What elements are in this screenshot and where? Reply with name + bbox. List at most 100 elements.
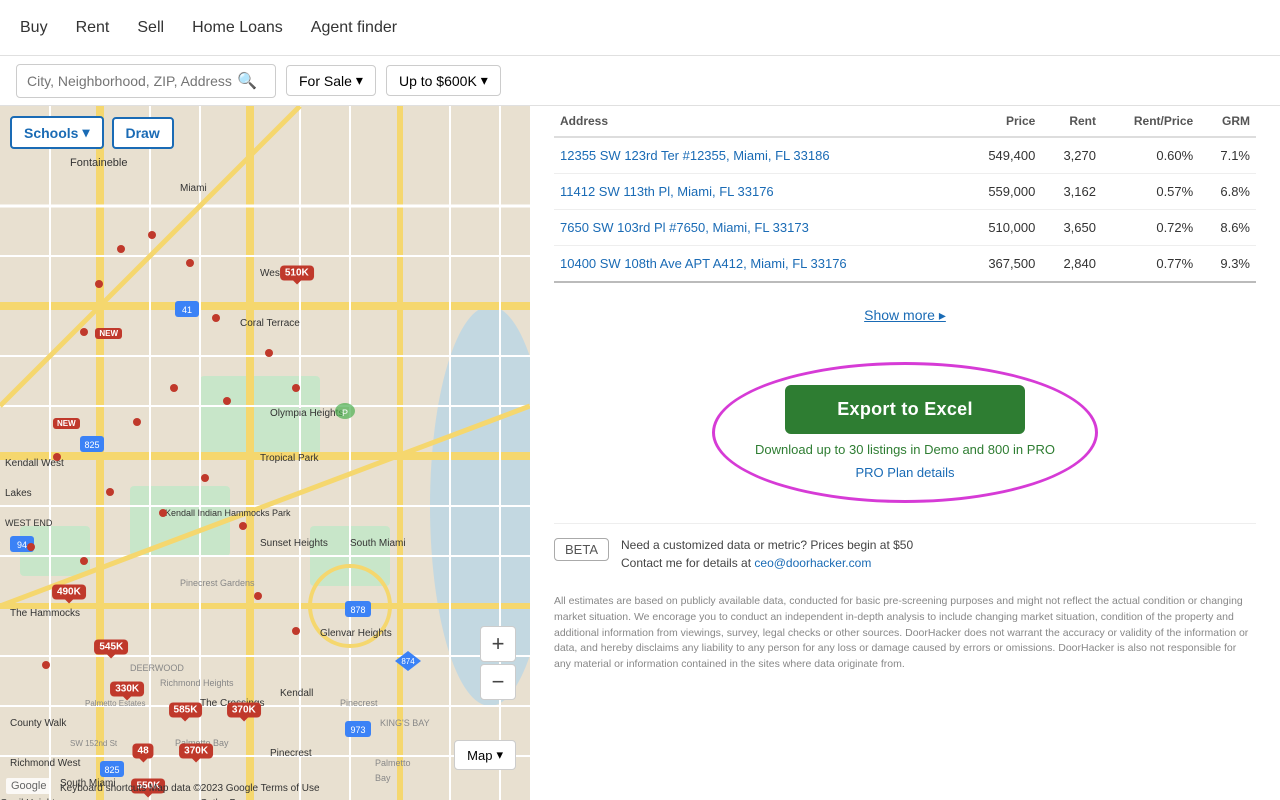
nav-home-loans[interactable]: Home Loans (192, 19, 283, 37)
price-pin-490k[interactable]: 490K (52, 584, 86, 599)
price-filter[interactable]: Up to $600K ▾ (386, 65, 501, 96)
listing-price: 549,400 (961, 137, 1041, 174)
price-pin-330k[interactable]: 330K (110, 681, 144, 696)
search-input[interactable] (27, 73, 237, 89)
svg-text:Palmetto Estates: Palmetto Estates (85, 699, 145, 708)
svg-text:P: P (342, 408, 348, 418)
chevron-down-icon: ▾ (82, 124, 89, 141)
listing-link[interactable]: 11412 SW 113th Pl, Miami, FL 33176 (560, 184, 774, 199)
price-pin-370k-2[interactable]: 370K (179, 744, 213, 759)
beta-description: Need a customized data or metric? Prices… (621, 536, 913, 572)
listing-price: 559,000 (961, 174, 1041, 210)
listing-price: 367,500 (961, 246, 1041, 283)
table-row: 12355 SW 123rd Ter #12355, Miami, FL 331… (554, 137, 1256, 174)
svg-text:Coral Terrace: Coral Terrace (240, 318, 300, 329)
map-background: Fontaineble Miami West Miami Coral Terra… (0, 106, 530, 800)
svg-text:SW 152nd St: SW 152nd St (70, 739, 118, 748)
listing-rent: 3,162 (1041, 174, 1102, 210)
map-overlay-controls: Schools ▾ Draw (10, 116, 520, 149)
main-area: Fontaineble Miami West Miami Coral Terra… (0, 106, 1280, 800)
listing-grm: 9.3% (1199, 246, 1256, 283)
listing-price: 510,000 (961, 210, 1041, 246)
listings-table: Address Price Rent Rent/Price GRM 12355 … (554, 106, 1256, 283)
map-panel: Fontaineble Miami West Miami Coral Terra… (0, 106, 530, 800)
draw-button[interactable]: Draw (112, 117, 174, 149)
chevron-down-icon: ▾ (356, 72, 363, 89)
chevron-down-icon: ▾ (481, 72, 488, 89)
listing-rent: 3,270 (1041, 137, 1102, 174)
col-rent: Rent (1041, 106, 1102, 137)
table-row: 10400 SW 108th Ave APT A412, Miami, FL 3… (554, 246, 1256, 283)
table-row: 11412 SW 113th Pl, Miami, FL 33176 559,0… (554, 174, 1256, 210)
price-pin-510k[interactable]: 510K (280, 265, 314, 280)
nav-sell[interactable]: Sell (137, 19, 164, 37)
price-pin-48[interactable]: 48 (133, 744, 154, 759)
pro-plan-link[interactable]: PRO Plan details (856, 465, 955, 480)
export-to-excel-button[interactable]: Export to Excel (785, 385, 1025, 434)
search-box[interactable]: 🔍 (16, 64, 276, 98)
top-navigation: Buy Rent Sell Home Loans Agent finder (0, 0, 1280, 56)
search-row: 🔍 For Sale ▾ Up to $600K ▾ (0, 56, 1280, 106)
svg-text:973: 973 (350, 725, 365, 735)
export-section: Export to Excel Download up to 30 listin… (554, 342, 1256, 513)
price-pin-585k[interactable]: 585K (169, 702, 203, 717)
map-footer: Keyboard shortcuts Map data ©2023 Google… (60, 783, 450, 794)
listing-grm: 8.6% (1199, 210, 1256, 246)
google-badge: Google (6, 778, 51, 794)
svg-text:Kendall: Kendall (280, 688, 313, 699)
svg-text:Kendall Indian Hammocks Park: Kendall Indian Hammocks Park (165, 508, 291, 518)
listing-link[interactable]: 7650 SW 103rd Pl #7650, Miami, FL 33173 (560, 220, 809, 235)
svg-text:Pinecrest Gardens: Pinecrest Gardens (180, 578, 255, 588)
nav-agent-finder[interactable]: Agent finder (311, 19, 397, 37)
table-row: 7650 SW 103rd Pl #7650, Miami, FL 33173 … (554, 210, 1256, 246)
zoom-in-button[interactable]: + (480, 626, 516, 662)
svg-text:825: 825 (104, 765, 119, 775)
svg-text:KING'S BAY: KING'S BAY (380, 718, 430, 728)
beta-email-link[interactable]: ceo@doorhacker.com (754, 556, 871, 570)
listing-link[interactable]: 12355 SW 123rd Ter #12355, Miami, FL 331… (560, 148, 830, 163)
schools-button[interactable]: Schools ▾ (10, 116, 104, 149)
svg-text:878: 878 (350, 605, 365, 615)
svg-text:Pinecrest: Pinecrest (340, 698, 378, 708)
svg-text:DEERWOOD: DEERWOOD (130, 663, 184, 673)
svg-text:Fontaineble: Fontaineble (70, 157, 128, 169)
search-icon[interactable]: 🔍 (237, 71, 257, 91)
beta-section: BETA Need a customized data or metric? P… (554, 523, 1256, 584)
svg-text:874: 874 (401, 657, 415, 666)
listing-rent-price: 0.72% (1102, 210, 1199, 246)
svg-text:The Hammocks: The Hammocks (10, 608, 80, 619)
listing-link[interactable]: 10400 SW 108th Ave APT A412, Miami, FL 3… (560, 256, 847, 271)
svg-text:Richmond West: Richmond West (10, 758, 81, 769)
svg-text:825: 825 (84, 440, 99, 450)
listing-grm: 6.8% (1199, 174, 1256, 210)
listing-grm: 7.1% (1199, 137, 1256, 174)
chevron-down-icon: ▾ (496, 747, 503, 763)
listing-rent-price: 0.77% (1102, 246, 1199, 283)
price-pin-545k[interactable]: 545K (94, 640, 128, 655)
col-address: Address (554, 106, 961, 137)
svg-text:Palmetto: Palmetto (375, 758, 411, 768)
price-pin-370k-1[interactable]: 370K (227, 702, 261, 717)
export-subtitle: Download up to 30 listings in Demo and 8… (755, 442, 1055, 457)
svg-text:Glenvar Heights: Glenvar Heights (320, 628, 392, 639)
nav-rent[interactable]: Rent (76, 19, 110, 37)
listing-rent-price: 0.60% (1102, 137, 1199, 174)
svg-text:Lakes: Lakes (5, 488, 32, 499)
listing-rent: 3,650 (1041, 210, 1102, 246)
nav-buy[interactable]: Buy (20, 19, 48, 37)
svg-text:Sunset Heights: Sunset Heights (260, 538, 328, 549)
svg-text:94: 94 (17, 540, 27, 550)
col-rent-price: Rent/Price (1102, 106, 1199, 137)
svg-text:Richmond Heights: Richmond Heights (160, 678, 234, 688)
map-type-button[interactable]: Map ▾ (454, 740, 516, 770)
svg-text:County Walk: County Walk (10, 718, 67, 729)
zoom-out-button[interactable]: − (480, 664, 516, 700)
show-more-button[interactable]: Show more ▸ (554, 293, 1256, 342)
for-sale-filter[interactable]: For Sale ▾ (286, 65, 376, 96)
svg-text:Miami: Miami (180, 183, 207, 194)
beta-badge: BETA (554, 538, 609, 561)
disclaimer-text: All estimates are based on publicly avai… (554, 594, 1256, 673)
listing-rent-price: 0.57% (1102, 174, 1199, 210)
svg-text:South Miami: South Miami (350, 538, 406, 549)
export-highlight-ring: Export to Excel Download up to 30 listin… (712, 362, 1098, 503)
